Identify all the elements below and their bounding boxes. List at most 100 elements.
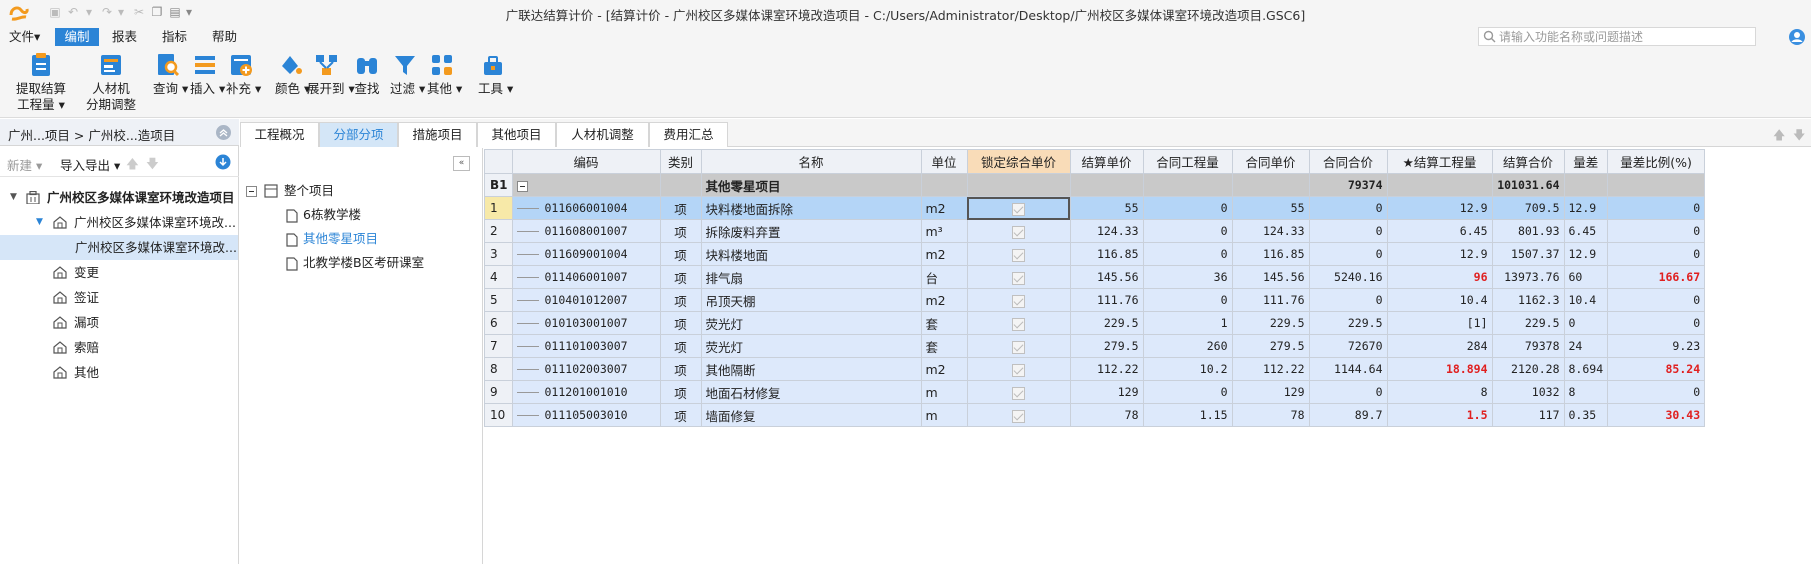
settle-qty-cell[interactable]: 96 xyxy=(1386,265,1493,289)
header-category[interactable]: 类别 xyxy=(659,149,702,174)
function-search-box[interactable] xyxy=(1478,27,1756,46)
menu-index[interactable]: 指标 xyxy=(156,28,193,46)
header-settle-unit-price[interactable]: 结算单价 xyxy=(1069,149,1144,174)
table-row[interactable]: 9 011201001010 项地面石材修复 m 129 0 129 0 8 1032 8 0 xyxy=(484,380,1706,404)
settle-total-cell[interactable]: 2120.28 xyxy=(1491,357,1565,381)
expanded-arrow-icon[interactable]: ▼ xyxy=(10,185,17,210)
unit-cell[interactable]: 台 xyxy=(920,265,968,289)
lock-price-checkbox[interactable] xyxy=(1012,294,1025,308)
settle-unit-price-cell[interactable]: 116.85 xyxy=(1069,242,1144,266)
lock-price-checkbox[interactable] xyxy=(1012,271,1025,285)
contract-qty-cell[interactable]: 0 xyxy=(1142,219,1233,243)
name-cell[interactable]: 块料楼地面 xyxy=(700,242,922,266)
qty-diff-cell[interactable]: 10.4 xyxy=(1563,288,1609,312)
tab-measures[interactable]: 措施项目 xyxy=(398,122,477,147)
settle-qty-cell[interactable]: 8 xyxy=(1386,380,1493,404)
tree-item-unit-project-selected[interactable]: 广州校区多媒体课室环境改... xyxy=(0,235,238,260)
menu-report[interactable]: 报表 xyxy=(106,28,143,46)
lock-price-cell[interactable] xyxy=(966,265,1071,289)
contract-unit-price-cell[interactable]: 279.5 xyxy=(1231,334,1310,358)
settle-unit-price-cell[interactable]: 279.5 xyxy=(1069,334,1144,358)
search-input[interactable] xyxy=(1499,29,1749,44)
qty-diff-ratio-cell[interactable]: 166.67 xyxy=(1607,265,1706,289)
qty-diff-ratio-cell[interactable]: 85.24 xyxy=(1607,357,1706,381)
qty-diff-cell[interactable]: 12.9 xyxy=(1563,196,1609,220)
settle-total-cell[interactable]: 1032 xyxy=(1491,380,1565,404)
code-cell[interactable]: 011101003007 xyxy=(511,334,661,358)
contract-unit-price-cell[interactable]: 229.5 xyxy=(1231,311,1310,335)
lock-price-cell[interactable] xyxy=(966,288,1071,312)
expanded-arrow-icon[interactable]: ▼ xyxy=(36,210,43,235)
settle-unit-price-cell[interactable]: 145.56 xyxy=(1069,265,1144,289)
tree-item-claim[interactable]: 索赔 xyxy=(0,335,238,360)
qty-diff-ratio-cell[interactable]: 9.23 xyxy=(1607,334,1706,358)
contract-unit-price-cell[interactable]: 145.56 xyxy=(1231,265,1310,289)
tab-other-items[interactable]: 其他项目 xyxy=(477,122,556,147)
unit-cell[interactable]: m2 xyxy=(920,288,968,312)
lock-price-checkbox[interactable] xyxy=(1012,202,1025,216)
contract-qty-cell[interactable]: 260 xyxy=(1142,334,1233,358)
settle-unit-price-cell[interactable]: 129 xyxy=(1069,380,1144,404)
code-cell[interactable]: 011102003007 xyxy=(511,357,661,381)
table-row[interactable]: 1 011606001004 项块料楼地面拆除 m2 55 0 55 0 12.9 709.5 12… xyxy=(484,196,1706,220)
section-tree-root[interactable]: 整个项目 xyxy=(246,180,334,202)
code-cell[interactable]: 011406001007 xyxy=(511,265,661,289)
user-avatar-icon[interactable] xyxy=(1788,28,1806,46)
collapse-left-icon[interactable]: « xyxy=(453,156,470,171)
qty-diff-cell[interactable]: 0.35 xyxy=(1563,403,1609,427)
settle-total-cell[interactable]: 13973.76 xyxy=(1491,265,1565,289)
settle-unit-price-cell[interactable]: 229.5 xyxy=(1069,311,1144,335)
unit-cell[interactable]: m2 xyxy=(920,242,968,266)
insert-button[interactable]: 插入 ▾ xyxy=(190,52,225,97)
tab-project-overview[interactable]: 工程概况 xyxy=(240,122,319,147)
code-cell[interactable]: 010401012007 xyxy=(511,288,661,312)
qty-diff-ratio-cell[interactable]: 0 xyxy=(1607,196,1706,220)
color-button[interactable]: 颜色 ▾ xyxy=(275,52,310,97)
lock-price-checkbox[interactable] xyxy=(1012,317,1025,331)
settle-total-cell[interactable]: 801.93 xyxy=(1491,219,1565,243)
unit-cell[interactable]: m³ xyxy=(920,219,968,243)
contract-total-cell[interactable]: 0 xyxy=(1308,242,1388,266)
other-button[interactable]: 其他 ▾ xyxy=(427,52,462,97)
expand-to-button[interactable]: 展开到 ▾ xyxy=(307,52,355,97)
code-cell[interactable]: 010103001007 xyxy=(511,311,661,335)
lock-price-checkbox[interactable] xyxy=(1012,386,1025,400)
category-cell[interactable]: 项 xyxy=(659,311,702,335)
settle-qty-cell[interactable]: 6.45 xyxy=(1386,219,1493,243)
category-cell[interactable]: 项 xyxy=(659,196,702,220)
contract-qty-cell[interactable]: 1 xyxy=(1142,311,1233,335)
contract-total-cell[interactable]: 0 xyxy=(1308,196,1388,220)
move-down-icon[interactable]: 🡇 xyxy=(146,155,159,176)
supplement-button[interactable]: 补充 ▾ xyxy=(226,52,261,97)
tab-section-items[interactable]: 分部分项 xyxy=(319,122,398,147)
menu-file[interactable]: 文件▾ xyxy=(3,28,46,46)
code-cell[interactable]: 011105003010 xyxy=(511,403,661,427)
contract-qty-cell[interactable]: 0 xyxy=(1142,196,1233,220)
settle-qty-cell[interactable]: 1.5 xyxy=(1386,403,1493,427)
table-row[interactable]: 6 010103001007 项荧光灯套 229.5 1 229.5 229.5 [1] 229… xyxy=(484,311,1706,335)
tools-button[interactable]: 工具 ▾ xyxy=(478,52,513,97)
category-cell[interactable]: 项 xyxy=(659,242,702,266)
name-cell[interactable]: 块料楼地面拆除 xyxy=(700,196,922,220)
settle-unit-price-cell[interactable]: 78 xyxy=(1069,403,1144,427)
category-cell[interactable]: 项 xyxy=(659,265,702,289)
lock-price-cell[interactable] xyxy=(966,380,1071,404)
filter-button[interactable]: 过滤 ▾ xyxy=(390,52,425,97)
extract-quantity-button[interactable]: 提取结算 工程量 ▾ xyxy=(14,52,68,113)
query-button[interactable]: 查询 ▾ xyxy=(153,52,188,97)
qty-diff-cell[interactable]: 60 xyxy=(1563,265,1609,289)
qty-diff-cell[interactable]: 0 xyxy=(1563,311,1609,335)
name-cell[interactable]: 地面石材修复 xyxy=(700,380,922,404)
new-button[interactable]: 新建 ▾ xyxy=(7,155,42,174)
category-cell[interactable]: 项 xyxy=(659,403,702,427)
header-lock-unit-price[interactable]: 锁定综合单价 xyxy=(966,149,1071,174)
tree-item-visa[interactable]: 签证 xyxy=(0,285,238,310)
name-cell[interactable]: 拆除废料弃置 xyxy=(700,219,922,243)
code-cell[interactable]: 011608001007 xyxy=(511,219,661,243)
header-unit[interactable]: 单位 xyxy=(920,149,968,174)
lock-price-cell[interactable] xyxy=(966,403,1071,427)
contract-total-cell[interactable]: 89.7 xyxy=(1308,403,1388,427)
header-contract-total[interactable]: 合同合价 xyxy=(1308,149,1388,174)
qty-diff-ratio-cell[interactable]: 0 xyxy=(1607,288,1706,312)
contract-unit-price-cell[interactable]: 111.76 xyxy=(1231,288,1310,312)
